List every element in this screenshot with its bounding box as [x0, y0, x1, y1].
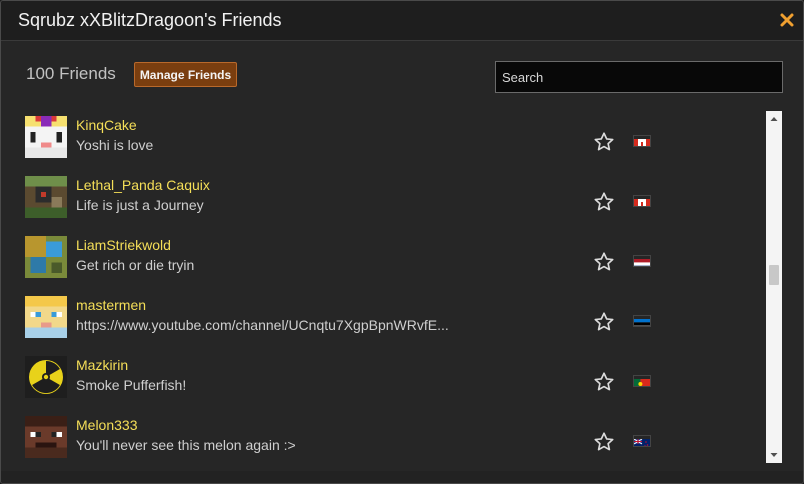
friend-name[interactable]: Mazkirin [76, 357, 128, 373]
flag-netherlands-icon [633, 255, 651, 267]
avatar[interactable] [25, 116, 67, 158]
scrollbar-thumb[interactable] [769, 265, 779, 285]
close-icon[interactable] [779, 12, 795, 28]
friend-status: https://www.youtube.com/channel/UCnqtu7X… [76, 317, 449, 333]
manage-friends-button[interactable]: Manage Friends [134, 62, 237, 87]
friends-dialog: Sqrubz xXBlitzDragoon's Friends 100 Frie… [0, 0, 804, 484]
friend-status: You'll never see this melon again :> [76, 437, 296, 453]
flag-new-zealand-icon [633, 435, 651, 447]
friend-row-mazkirin[interactable]: Mazkirin Smoke Pufferfish! [17, 351, 761, 411]
friend-row-lethal-panda[interactable]: Lethal_Panda Caquix Life is just a Journ… [17, 171, 761, 231]
friend-row-kinqcake[interactable]: KinqCake Yoshi is love [17, 111, 761, 171]
star-icon[interactable] [593, 191, 615, 213]
friend-status: Yoshi is love [76, 137, 154, 153]
friends-list: KinqCake Yoshi is love Lethal_Panda Caqu… [17, 111, 761, 463]
flag-portugal-icon [633, 375, 651, 387]
scroll-down-arrow-icon[interactable] [766, 447, 782, 463]
flag-canada-icon [633, 195, 651, 207]
friend-name[interactable]: KinqCake [76, 117, 137, 133]
dialog-bottom-edge [1, 471, 803, 483]
dialog-titlebar: Sqrubz xXBlitzDragoon's Friends [1, 1, 803, 41]
friend-status: Get rich or die tryin [76, 257, 195, 273]
flag-estonia-icon [633, 315, 651, 327]
friend-row-mastermen[interactable]: mastermen https://www.youtube.com/channe… [17, 291, 761, 351]
star-icon[interactable] [593, 251, 615, 273]
friend-status: Smoke Pufferfish! [76, 377, 187, 393]
friend-count: 100 Friends [26, 64, 116, 83]
scroll-up-arrow-icon[interactable] [766, 111, 782, 127]
avatar[interactable] [25, 416, 67, 458]
friend-name[interactable]: LiamStriekwold [76, 237, 171, 253]
search-input[interactable] [495, 61, 783, 93]
scrollbar[interactable] [766, 111, 782, 463]
star-icon[interactable] [593, 131, 615, 153]
friend-name[interactable]: Lethal_Panda Caquix [76, 177, 210, 193]
dialog-title: Sqrubz xXBlitzDragoon's Friends [18, 10, 282, 30]
friend-status: Life is just a Journey [76, 197, 204, 213]
avatar[interactable] [25, 236, 67, 278]
friend-row-liamstriekwold[interactable]: LiamStriekwold Get rich or die tryin [17, 231, 761, 291]
star-icon[interactable] [593, 431, 615, 453]
avatar[interactable] [25, 176, 67, 218]
star-icon[interactable] [593, 371, 615, 393]
avatar[interactable] [25, 296, 67, 338]
avatar[interactable] [25, 356, 67, 398]
friend-name[interactable]: mastermen [76, 297, 146, 313]
friend-name[interactable]: Melon333 [76, 417, 138, 433]
friend-row-melon333[interactable]: Melon333 You'll never see this melon aga… [17, 411, 761, 463]
flag-canada-icon [633, 135, 651, 147]
star-icon[interactable] [593, 311, 615, 333]
